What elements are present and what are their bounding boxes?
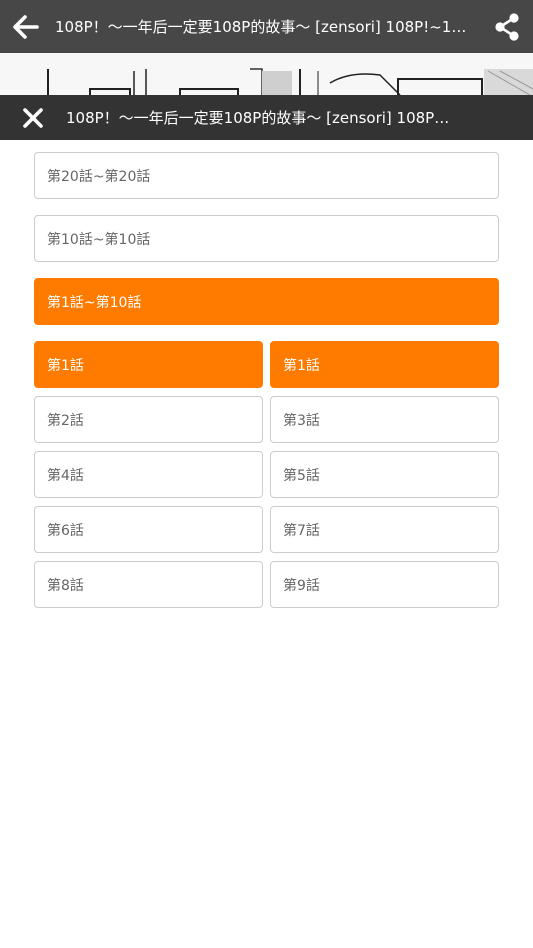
sheet-title: 108P！〜一年后一定要108P的故事〜 [zensori] 108P!~1年后… [66, 109, 533, 127]
share-icon [495, 12, 519, 41]
episode-grid: 第1話 第1話 第2話 第3話 第4話 第5話 第6話 第7話 第8話 第9話 [34, 341, 499, 608]
close-button[interactable] [0, 95, 66, 140]
back-button[interactable] [0, 0, 52, 53]
share-button[interactable] [481, 0, 533, 53]
episode-button[interactable]: 第9話 [270, 561, 499, 608]
episode-button[interactable]: 第1話 [34, 341, 263, 388]
range-button-20-20[interactable]: 第20話~第20話 [34, 152, 499, 199]
app-bar: 108P！〜一年后一定要108P的故事〜 [zensori] 108P!~1年后… [0, 0, 533, 53]
episode-button[interactable]: 第7話 [270, 506, 499, 553]
manga-page-preview [0, 53, 533, 95]
app-bar-title: 108P！〜一年后一定要108P的故事〜 [zensori] 108P!~1年后… [55, 18, 481, 36]
range-button-10-10[interactable]: 第10話~第10話 [34, 215, 499, 262]
episode-button[interactable]: 第6話 [34, 506, 263, 553]
chapter-list: 第20話~第20話 第10話~第10話 第1話~第10話 第1話 第1話 第2話… [0, 140, 533, 948]
range-button-1-10[interactable]: 第1話~第10話 [34, 278, 499, 325]
arrow-left-icon [13, 14, 39, 39]
episode-button[interactable]: 第8話 [34, 561, 263, 608]
episode-button[interactable]: 第3話 [270, 396, 499, 443]
episode-button[interactable]: 第2話 [34, 396, 263, 443]
close-icon [23, 107, 43, 128]
chapter-sheet-header: 108P！〜一年后一定要108P的故事〜 [zensori] 108P!~1年后… [0, 95, 533, 140]
manga-artwork [0, 53, 533, 95]
episode-button[interactable]: 第4話 [34, 451, 263, 498]
episode-button[interactable]: 第5話 [270, 451, 499, 498]
episode-button[interactable]: 第1話 [270, 341, 499, 388]
